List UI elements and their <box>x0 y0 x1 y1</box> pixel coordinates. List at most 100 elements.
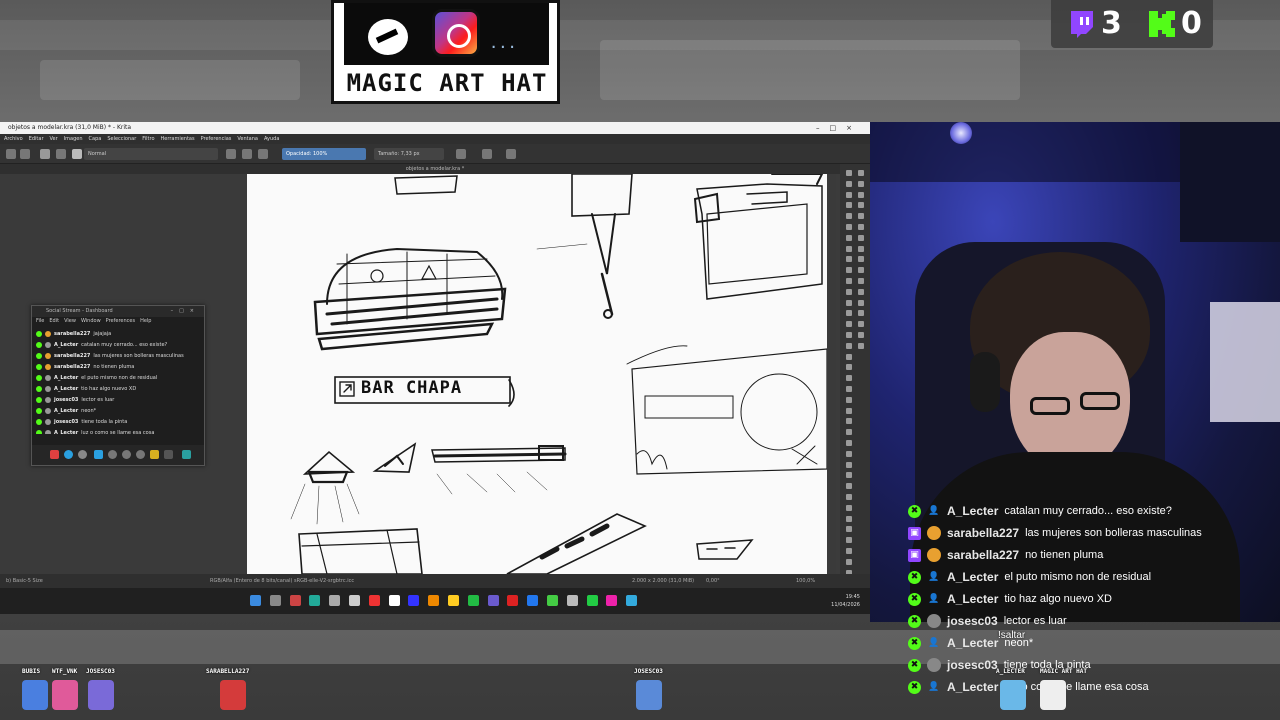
taskbar-app-icon[interactable] <box>388 595 400 606</box>
tool-icon[interactable] <box>846 310 852 317</box>
taskbar-app-icon[interactable] <box>626 595 638 606</box>
tool-icon[interactable] <box>858 310 864 317</box>
taskbar-app-icon[interactable] <box>586 595 598 606</box>
palette-icon[interactable] <box>136 450 145 459</box>
menu-item[interactable]: Help <box>140 317 151 326</box>
mirror-icon[interactable] <box>456 149 466 159</box>
settings-icon[interactable] <box>108 450 117 459</box>
menu-item[interactable]: Ver <box>50 134 58 144</box>
tool-icon[interactable] <box>846 494 852 500</box>
list-item[interactable]: A_Lecter tio haz algo nuevo XD <box>36 383 200 394</box>
taskbar-app-icon[interactable] <box>269 595 281 606</box>
tool-icon[interactable] <box>846 170 852 176</box>
taskbar-app-icon[interactable] <box>507 595 519 606</box>
taskbar-app-icon[interactable] <box>408 595 420 606</box>
menu-item[interactable]: Preferencias <box>201 134 232 144</box>
tool-icon[interactable] <box>846 234 852 241</box>
menu-item[interactable]: View <box>64 317 76 326</box>
tool-icon[interactable] <box>846 342 852 349</box>
alpha-lock-icon[interactable] <box>242 149 252 159</box>
tool-icon[interactable] <box>846 472 852 479</box>
taskbar-app-icon[interactable] <box>527 595 539 606</box>
play-icon[interactable] <box>482 149 492 159</box>
tool-icon[interactable] <box>846 353 852 360</box>
size-slider[interactable]: Tamaño: 7,33 px <box>374 148 444 160</box>
tool-icon[interactable] <box>858 224 864 230</box>
menu-item[interactable]: Seleccionar <box>107 134 136 144</box>
tool-icon[interactable] <box>858 299 864 306</box>
menu-item[interactable]: Herramientas <box>161 134 195 144</box>
start-icon[interactable] <box>250 595 261 606</box>
tool-icon[interactable] <box>846 548 852 554</box>
list-item[interactable]: sarabella227 no tienen pluma <box>36 361 200 372</box>
list-item[interactable]: A_Lecter luz o como se llame esa cosa <box>36 427 200 434</box>
chat-bubble-icon[interactable] <box>64 450 73 459</box>
window-controls[interactable]: –□× <box>171 306 200 317</box>
tool-icon[interactable] <box>846 213 852 220</box>
list-item[interactable]: josesc03 lector es luar <box>36 394 200 405</box>
tool-icon[interactable] <box>846 288 852 295</box>
filter-icon[interactable] <box>94 450 103 459</box>
tool-icon[interactable] <box>846 245 852 252</box>
tool-icon[interactable] <box>858 321 864 328</box>
tool-icon[interactable] <box>858 234 864 241</box>
taskbar-app-icon[interactable] <box>428 595 440 606</box>
menu-item[interactable]: Editar <box>29 134 44 144</box>
color-swatch-icon[interactable] <box>40 149 50 159</box>
tool-icon[interactable] <box>846 515 852 522</box>
tool-icon[interactable] <box>846 483 852 490</box>
tool-icon[interactable] <box>846 450 852 457</box>
taskbar-app-icon[interactable] <box>566 595 578 606</box>
tool-icon[interactable] <box>846 256 852 263</box>
window-controls[interactable]: –□× <box>816 122 862 134</box>
tool-icon[interactable] <box>846 386 852 392</box>
tool-icon[interactable] <box>846 504 852 511</box>
tool-icon[interactable] <box>846 537 852 544</box>
wrap-icon[interactable] <box>506 149 516 159</box>
tool-icon[interactable] <box>846 278 852 284</box>
menu-item[interactable]: Ventana <box>237 134 258 144</box>
drawing-canvas[interactable]: BAR CHAPA <box>247 174 827 574</box>
tool-icon[interactable] <box>858 342 864 349</box>
list-item[interactable]: A_Lecter el puto mismo non de residual <box>36 372 200 383</box>
tool-icon[interactable] <box>858 170 864 176</box>
tool-icon[interactable] <box>846 461 852 468</box>
speaker-mute-icon[interactable] <box>182 450 191 459</box>
tool-icon[interactable] <box>858 256 864 263</box>
list-item[interactable]: A_Lecter catalan muy cerrado... eso exist… <box>36 339 200 350</box>
broom-icon[interactable] <box>150 450 159 459</box>
taskbar-app-icon[interactable] <box>309 595 321 606</box>
tool-icon[interactable] <box>846 332 852 338</box>
emoji-icon[interactable] <box>122 450 131 459</box>
tool-icon[interactable] <box>846 202 852 209</box>
pause-icon[interactable] <box>50 450 59 459</box>
menu-item[interactable]: Filtro <box>142 134 154 144</box>
tool-icon[interactable] <box>846 267 852 274</box>
menu-item[interactable]: Preferences <box>106 317 135 326</box>
tool-icon[interactable] <box>846 299 852 306</box>
tool-icon[interactable] <box>858 267 864 274</box>
list-item[interactable]: josesc03 tiene toda la pinta <box>36 416 200 427</box>
document-tab[interactable]: objetos a modelar.kra * <box>0 164 870 174</box>
tool-icon[interactable] <box>858 332 864 338</box>
taskbar-app-icon[interactable] <box>467 595 479 606</box>
tool-icon[interactable] <box>858 288 864 295</box>
zoom-status[interactable]: 100,0% <box>796 574 815 588</box>
tool-icon[interactable] <box>846 224 852 230</box>
brush-preset-icon[interactable] <box>72 149 82 159</box>
tool-icon[interactable] <box>846 526 852 533</box>
tool-icon[interactable] <box>846 375 852 382</box>
taskbar-app-icon[interactable] <box>289 595 301 606</box>
menu-item[interactable]: Archivo <box>4 134 23 144</box>
taskbar-app-icon[interactable] <box>329 595 341 606</box>
tool-icon[interactable] <box>858 213 864 220</box>
tool-icon[interactable] <box>846 407 852 414</box>
tool-icon[interactable] <box>858 245 864 252</box>
taskbar-app-icon[interactable] <box>606 595 618 606</box>
taskbar-app-icon[interactable] <box>547 595 558 606</box>
taskbar-app-icon[interactable] <box>487 595 499 606</box>
list-item[interactable]: A_Lecter neon* <box>36 405 200 416</box>
tool-icon[interactable] <box>846 429 852 436</box>
menu-item[interactable]: File <box>36 317 44 326</box>
tool-icon[interactable] <box>846 440 852 446</box>
